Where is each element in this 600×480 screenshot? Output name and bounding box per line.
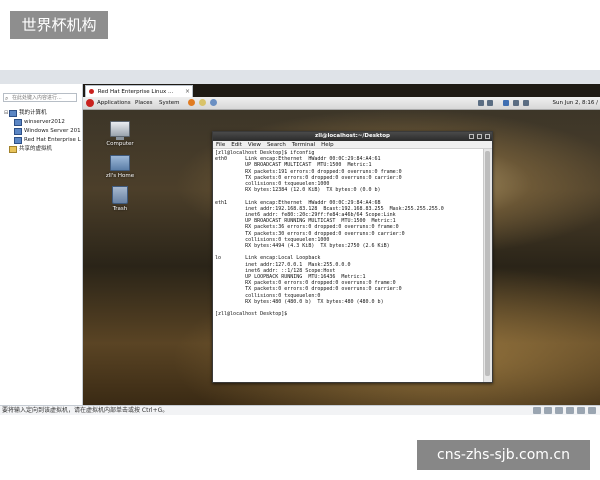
minimize-icon[interactable] bbox=[469, 134, 474, 139]
search-icon: ⌕ bbox=[5, 95, 9, 102]
terminal-window[interactable]: zll@localhost:~/Desktop File Edit View S… bbox=[212, 131, 493, 383]
bluetooth-icon[interactable] bbox=[503, 100, 509, 106]
vm-tab-label: Red Hat Enterprise Linux ... bbox=[97, 89, 174, 95]
tree-node-label: 共享的虚拟机 bbox=[19, 146, 53, 152]
menu-applications[interactable]: Applications bbox=[97, 97, 131, 109]
terminal-menubar: File Edit View Search Terminal Help bbox=[213, 141, 492, 149]
home-folder-icon bbox=[110, 155, 130, 171]
logo-watermark: 世界杯机构 bbox=[10, 11, 108, 39]
display-icon[interactable] bbox=[523, 100, 529, 106]
tree-node-vm[interactable]: winserver2012 bbox=[4, 118, 81, 127]
tree-node-label: winserver2012 bbox=[24, 119, 65, 125]
shared-folder-icon bbox=[9, 146, 17, 153]
menu-terminal[interactable]: Terminal bbox=[292, 141, 315, 148]
library-search-placeholder: 在此处键入内容进行... bbox=[12, 95, 62, 101]
maximize-icon[interactable] bbox=[477, 134, 482, 139]
vm-icon bbox=[14, 128, 22, 135]
window-controls bbox=[469, 132, 490, 139]
hdd-icon[interactable] bbox=[533, 407, 541, 414]
desktop-icon-home[interactable]: zll's Home bbox=[100, 155, 140, 179]
vm-icon bbox=[14, 119, 22, 126]
host-top-bar bbox=[0, 70, 600, 85]
network-adapter-icon[interactable] bbox=[555, 407, 563, 414]
terminal-titlebar[interactable]: zll@localhost:~/Desktop bbox=[213, 132, 492, 141]
terminal-scrollbar[interactable] bbox=[483, 149, 492, 382]
menu-system[interactable]: System bbox=[159, 97, 180, 109]
display-settings-icon[interactable] bbox=[588, 407, 596, 414]
device-icons bbox=[533, 407, 596, 414]
desktop-icon-trash[interactable]: Trash bbox=[100, 186, 140, 212]
trash-icon bbox=[112, 186, 128, 204]
library-search-input[interactable]: ⌕ 在此处键入内容进行... bbox=[3, 93, 77, 102]
volume-icon[interactable] bbox=[513, 100, 519, 106]
menu-help[interactable]: Help bbox=[321, 141, 334, 148]
usb-icon[interactable] bbox=[566, 407, 574, 414]
tree-node-vm[interactable]: Windows Server 201 bbox=[4, 127, 81, 136]
menu-view[interactable]: View bbox=[248, 141, 261, 148]
redhat-logo-icon bbox=[86, 99, 94, 107]
email-icon[interactable] bbox=[199, 99, 206, 106]
library-tree: ⊟ 我的计算机 winserver2012 Windows Server 201… bbox=[4, 109, 81, 154]
help-icon[interactable] bbox=[210, 99, 217, 106]
tree-node-vm[interactable]: Red Hat Enterprise L bbox=[4, 136, 81, 145]
desktop-icon-label: Computer bbox=[106, 141, 134, 147]
scrollbar-thumb[interactable] bbox=[485, 151, 490, 376]
gnome-top-panel: Applications Places System Sun Jun 2, 8:… bbox=[83, 97, 600, 110]
network-icon[interactable] bbox=[478, 100, 484, 106]
computer-icon bbox=[110, 121, 130, 140]
redhat-icon bbox=[89, 89, 94, 94]
site-watermark: cns-zhs-sjb.com.cn bbox=[417, 440, 590, 470]
terminal-output[interactable]: [zll@localhost Desktop]$ ifconfig eth0 L… bbox=[213, 149, 484, 382]
desktop-icon-label: Trash bbox=[112, 206, 128, 212]
sound-icon[interactable] bbox=[577, 407, 585, 414]
status-bar-text: 要将输入定向到该虚拟机，请在虚拟机内部单击或按 Ctrl+G。 bbox=[2, 407, 169, 414]
vm-icon bbox=[14, 137, 22, 144]
panel-clock[interactable]: Sun Jun 2, 8:16 / bbox=[552, 97, 598, 109]
close-icon[interactable] bbox=[485, 134, 490, 139]
tree-node-my-computer[interactable]: ⊟ 我的计算机 bbox=[4, 109, 81, 118]
computer-icon bbox=[9, 110, 17, 117]
menu-edit[interactable]: Edit bbox=[231, 141, 242, 148]
desktop-icon-computer[interactable]: Computer bbox=[100, 121, 140, 147]
terminal-title: zll@localhost:~/Desktop bbox=[315, 133, 390, 139]
desktop-icon-label: zll's Home bbox=[105, 173, 135, 179]
expander-icon[interactable]: ⊟ bbox=[4, 109, 8, 118]
tree-node-label: Windows Server 201 bbox=[24, 128, 81, 134]
menu-search[interactable]: Search bbox=[267, 141, 286, 148]
tree-node-label: Red Hat Enterprise L bbox=[24, 137, 81, 143]
menu-places[interactable]: Places bbox=[135, 97, 153, 109]
update-icon[interactable] bbox=[487, 100, 493, 106]
firefox-icon[interactable] bbox=[188, 99, 195, 106]
status-bar: 要将输入定向到该虚拟机，请在虚拟机内部单击或按 Ctrl+G。 bbox=[0, 405, 600, 415]
library-panel: ⌕ 在此处键入内容进行... ⊟ 我的计算机 winserver2012 Win… bbox=[0, 84, 83, 405]
menu-file[interactable]: File bbox=[216, 141, 225, 148]
vm-tab-redhat[interactable]: Red Hat Enterprise Linux ... × bbox=[85, 85, 193, 97]
cdrom-icon[interactable] bbox=[544, 407, 552, 414]
tree-node-shared[interactable]: 共享的虚拟机 bbox=[4, 145, 81, 154]
tree-node-label: 我的计算机 bbox=[19, 110, 47, 116]
